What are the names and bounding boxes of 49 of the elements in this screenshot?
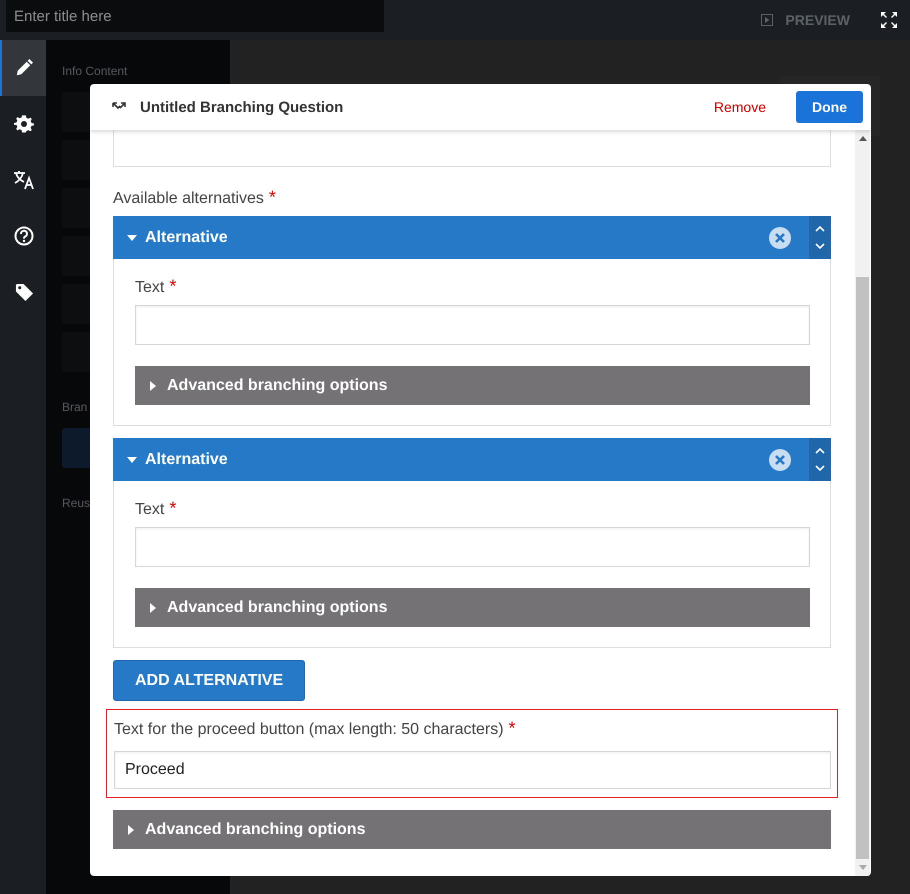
down-icon[interactable] (815, 242, 825, 249)
field-label: Text (135, 279, 164, 297)
alternative-title: Alternative (145, 450, 229, 468)
help-icon (14, 226, 34, 246)
done-button[interactable]: Done (796, 91, 863, 123)
remove-icon[interactable] (769, 448, 791, 470)
caret-icon (128, 824, 134, 834)
advanced-options-bar[interactable]: Advanced branching options (135, 366, 810, 405)
title-field[interactable]: Enter title here (6, 0, 384, 32)
branch-icon (112, 102, 126, 112)
add-alternative-button[interactable]: ADD ALTERNATIVE (113, 660, 306, 701)
required-mark: * (169, 279, 176, 293)
remove-icon[interactable] (769, 226, 791, 248)
remove-link[interactable]: Remove (714, 99, 766, 115)
caret-icon (127, 456, 137, 462)
text-field[interactable] (135, 527, 810, 567)
scrollbar[interactable] (855, 130, 870, 876)
gear-icon (14, 114, 34, 134)
down-icon[interactable] (815, 464, 825, 471)
text-field[interactable] (135, 305, 810, 345)
advanced-options-bar[interactable]: Advanced branching options (113, 810, 831, 849)
required-mark: * (169, 501, 176, 515)
section-heading: Bran (62, 400, 88, 414)
advanced-options-bar[interactable]: Advanced branching options (135, 588, 810, 627)
alternative-title: Alternative (145, 228, 229, 246)
translate-icon (13, 170, 35, 190)
field-label: Text for the proceed button (max length: 50 characters) (114, 721, 504, 739)
caret-icon (127, 234, 137, 240)
dialog-title: Untitled Branching Question (140, 98, 344, 116)
text-field[interactable] (113, 130, 831, 167)
pencil-icon (15, 59, 33, 77)
sidebar-tab[interactable] (0, 40, 46, 96)
caret-icon (150, 602, 156, 612)
proceed-text-field[interactable]: Proceed (114, 751, 831, 789)
field-label: Text (135, 501, 164, 519)
required-mark: * (508, 721, 516, 735)
required-mark: * (268, 190, 276, 204)
caret-icon (150, 380, 156, 390)
section-heading: Reus (62, 496, 90, 510)
panel-heading: Info Content (62, 64, 128, 78)
play-icon (761, 14, 774, 26)
preview-button[interactable]: PREVIEW (785, 12, 850, 28)
up-icon[interactable] (815, 448, 825, 454)
field-label: Available alternatives (113, 190, 264, 208)
alternative-header[interactable]: Alternative (113, 438, 831, 481)
alternative-header[interactable]: Alternative (113, 216, 831, 259)
fullscreen-icon[interactable] (880, 11, 898, 29)
up-icon[interactable] (815, 226, 825, 232)
tag-icon (14, 282, 34, 302)
